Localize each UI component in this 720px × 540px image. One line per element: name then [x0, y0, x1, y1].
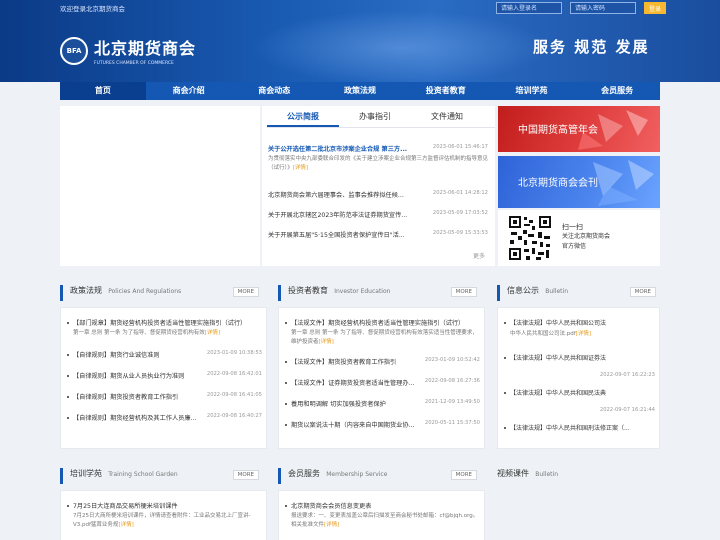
news-title[interactable]: 北京期货商会第六届理事会、监事会推荐拟任候...: [268, 190, 404, 199]
news-desc: 为贯彻落实中央九部委联合印发的《关于建立涉案企业合规第三方监督评估机制的指导意见…: [268, 156, 489, 171]
detail-link[interactable]: [详情]: [293, 165, 308, 171]
more-button[interactable]: MORE: [629, 287, 656, 297]
tab-guide[interactable]: 办事指引: [339, 106, 411, 127]
list-item[interactable]: 【法规文件】期货经营机构投资者适当性管理实施指引（试行） 第一章 总则 第一条 …: [279, 318, 484, 347]
detail-link[interactable]: [详情]: [118, 522, 133, 528]
list-item[interactable]: 養用和明调解 切实加强投资者保护 2021-12-09 13:49:50: [279, 399, 484, 408]
news-tabs: 公示简报 办事指引 文件通知: [267, 106, 495, 128]
main-nav: 首页 商会介绍 商会动态 政策法规 投资者教育 培训学苑 会员服务: [60, 82, 660, 100]
detail-link[interactable]: [详情]: [205, 330, 220, 336]
section-body: 【部门规章】期货经营机构投资者适当性管理实施指引（试行） 第一章 总则 第一条 …: [60, 307, 267, 449]
news-title[interactable]: 关于开展第五届"5·15全国投资者保护宣传日"活...: [268, 230, 405, 239]
slogan: 服务 规范 发展: [533, 38, 650, 56]
nav-policy[interactable]: 政策法规: [317, 82, 403, 100]
list-item[interactable]: 北京期货商会会员信息变更表 报送要求：一、变更表加盖公章后扫描发至商会秘书处邮箱…: [279, 501, 484, 530]
wechat-qr-box: 扫一扫 关注北京期货商会 官方微信: [498, 210, 660, 266]
news-item[interactable]: 关于公开选任第二批北京市涉案企业合规 第三方... 2023-06-01 15:…: [268, 144, 488, 173]
video-section: 视频课件 Bulletin: [497, 468, 660, 484]
section-title: 会员服务: [288, 469, 320, 478]
banner-journal[interactable]: 北京期货商会会刊: [498, 156, 660, 208]
banner2-text: 北京期货商会会刊: [518, 178, 598, 189]
section-header: 培训学苑 Training School Garden MORE: [60, 468, 267, 484]
banner-annual-meeting[interactable]: 中国期货高管年会: [498, 106, 660, 152]
more-button[interactable]: MORE: [450, 287, 477, 297]
news-item[interactable]: 关于开展北京辖区2023年防范非法证券期货宣传... 2023-05-09 17…: [268, 210, 488, 219]
more-button[interactable]: MORE: [232, 470, 259, 480]
more-button[interactable]: MORE: [232, 287, 259, 297]
list-item[interactable]: 【自律规则】期货投资者教育工作指引 2022-09-08 16:41:05: [61, 392, 266, 401]
banners: 中国期货高管年会 北京期货商会会刊 扫一扫 关注北京期货商会 官方微信: [498, 106, 660, 266]
list-item[interactable]: 【法律法规】中华人民共和国公司法 中华人民共和国公司法.pdf[详情]: [498, 318, 659, 339]
section-header: 政策法规 Policies And Regulations MORE: [60, 285, 267, 301]
detail-link[interactable]: [详情]: [576, 331, 591, 337]
welcome-text: 欢迎登录北京期货商会: [60, 5, 125, 13]
news-date: 2023-05-09 15:33:53: [432, 230, 488, 236]
news-title[interactable]: 关于开展北京辖区2023年防范非法证券期货宣传...: [268, 210, 407, 219]
news-more-link[interactable]: 更多: [473, 251, 485, 260]
investor-section: 投资者教育 Investor Education MORE 【法规文件】期货经营…: [278, 285, 485, 449]
detail-link[interactable]: [详情]: [324, 522, 339, 528]
logo-name: 北京期货商会: [94, 39, 197, 58]
list-item[interactable]: 【自律规则】期货行业诚信准则 2023-01-09 10:38:53: [61, 350, 266, 359]
image-slider[interactable]: [60, 106, 260, 266]
logo-badge-icon: BFA: [60, 36, 88, 65]
login-button[interactable]: 登录: [644, 2, 666, 14]
tab-notice[interactable]: 文件通知: [411, 106, 483, 127]
member-section: 会员服务 Membership Service MORE 北京期货商会会员信息变…: [278, 468, 485, 540]
section-header: 视频课件 Bulletin: [497, 469, 559, 478]
nav-investor[interactable]: 投资者教育: [403, 82, 489, 100]
news-item[interactable]: 北京期货商会第六届理事会、监事会推荐拟任候... 2023-06-01 14:2…: [268, 190, 488, 199]
nav-about[interactable]: 商会介绍: [146, 82, 232, 100]
section-body: 7月25日大连商品交易所梗米培训课件 7月25日大商所梗米培训课件，详情请查看附…: [60, 490, 267, 540]
news-item[interactable]: 关于开展第五届"5·15全国投资者保护宣传日"活... 2023-05-09 1…: [268, 230, 488, 239]
news-date: 2023-05-09 17:03:52: [432, 210, 488, 216]
more-button[interactable]: MORE: [450, 470, 477, 480]
detail-link[interactable]: [详情]: [319, 339, 334, 345]
section-body: 北京期货商会会员信息变更表 报送要求：一、变更表加盖公章后扫描发至商会秘书处邮箱…: [278, 490, 485, 540]
section-title: 培训学苑: [70, 469, 102, 478]
tab-bulletin[interactable]: 公示简报: [267, 106, 339, 127]
training-section: 培训学苑 Training School Garden MORE 7月25日大连…: [60, 468, 267, 540]
list-item[interactable]: 【法律法规】中华人民共和国证券法 2022-09-07 16:22:23: [498, 353, 659, 378]
nav-news[interactable]: 商会动态: [231, 82, 317, 100]
section-body: 【法律法规】中华人民共和国公司法 中华人民共和国公司法.pdf[详情] 【法律法…: [497, 307, 660, 449]
section-header: 信息公示 Bulletin MORE: [497, 285, 660, 301]
list-item[interactable]: 7月25日大连商品交易所梗米培训课件 7月25日大商所梗米培训课件，详情请查看附…: [61, 501, 266, 530]
login-form: 登录: [496, 2, 666, 14]
list-item[interactable]: 【自律规则】期货从业人员执业行为准则 2022-09-08 16:42:01: [61, 371, 266, 380]
list-item[interactable]: 【自律规则】期货经营机构及其工作人员廉... 2022-09-08 16:40:2…: [61, 413, 266, 422]
logo-en: FUTURES CHAMBER OF COMMERCE: [94, 61, 174, 66]
section-title: 信息公示: [507, 286, 539, 295]
list-item[interactable]: 【法规文件】期货投资者教育工作指引 2023-01-09 10:52:42: [279, 357, 484, 366]
qr-text: 扫一扫 关注北京期货商会 官方微信: [562, 223, 611, 250]
logo[interactable]: BFA 北京期货商会 FUTURES CHAMBER OF COMMERCE: [60, 35, 196, 66]
section-header: 会员服务 Membership Service MORE: [278, 468, 485, 484]
nav-training[interactable]: 培训学苑: [489, 82, 575, 100]
username-input[interactable]: [496, 2, 562, 14]
nav-home[interactable]: 首页: [60, 82, 146, 100]
news-date: 2023-06-01 14:28:12: [432, 190, 488, 196]
world-map-decoration: [250, 10, 550, 82]
info-section: 信息公示 Bulletin MORE 【法律法规】中华人民共和国公司法 中华人民…: [497, 285, 660, 449]
news-title[interactable]: 关于公开选任第二批北京市涉案企业合规 第三方...: [268, 144, 407, 153]
list-item[interactable]: 【法律法规】中华人民共和国刑法修正案（...: [498, 423, 659, 432]
password-input[interactable]: [570, 2, 636, 14]
section-body: 【法规文件】期货经营机构投资者适当性管理实施指引（试行） 第一章 总则 第一条 …: [278, 307, 485, 449]
section-title: 视频课件: [497, 469, 529, 478]
section-title: 投资者教育: [288, 286, 328, 295]
policy-section: 政策法规 Policies And Regulations MORE 【部门规章…: [60, 285, 267, 449]
list-item[interactable]: 【部门规章】期货经营机构投资者适当性管理实施指引（试行） 第一章 总则 第一条 …: [61, 318, 266, 338]
banner1-text: 中国期货高管年会: [518, 125, 598, 136]
news-box: 公示简报 办事指引 文件通知 关于公开选任第二批北京市涉案企业合规 第三方...…: [262, 106, 495, 266]
nav-member[interactable]: 会员服务: [574, 82, 660, 100]
header: 欢迎登录北京期货商会 登录 BFA 北京期货商会 FUTURES CHAMBER…: [0, 0, 720, 82]
qr-code-icon: [508, 214, 552, 262]
list-item[interactable]: 【法规文件】证券期货投资者适当性管理办... 2022-09-08 16:27:3…: [279, 378, 484, 387]
top-bar: 欢迎登录北京期货商会 登录: [0, 0, 720, 16]
list-item[interactable]: 期货以案说法十期（内容来自中国期货业协... 2020-05-11 15:37:5…: [279, 420, 484, 429]
section-title: 政策法规: [70, 286, 102, 295]
list-item[interactable]: 【法律法规】中华人民共和国民法典 2022-09-07 16:21:44: [498, 388, 659, 413]
news-date: 2023-06-01 15:46:17: [432, 144, 488, 150]
section-header: 投资者教育 Investor Education MORE: [278, 285, 485, 301]
